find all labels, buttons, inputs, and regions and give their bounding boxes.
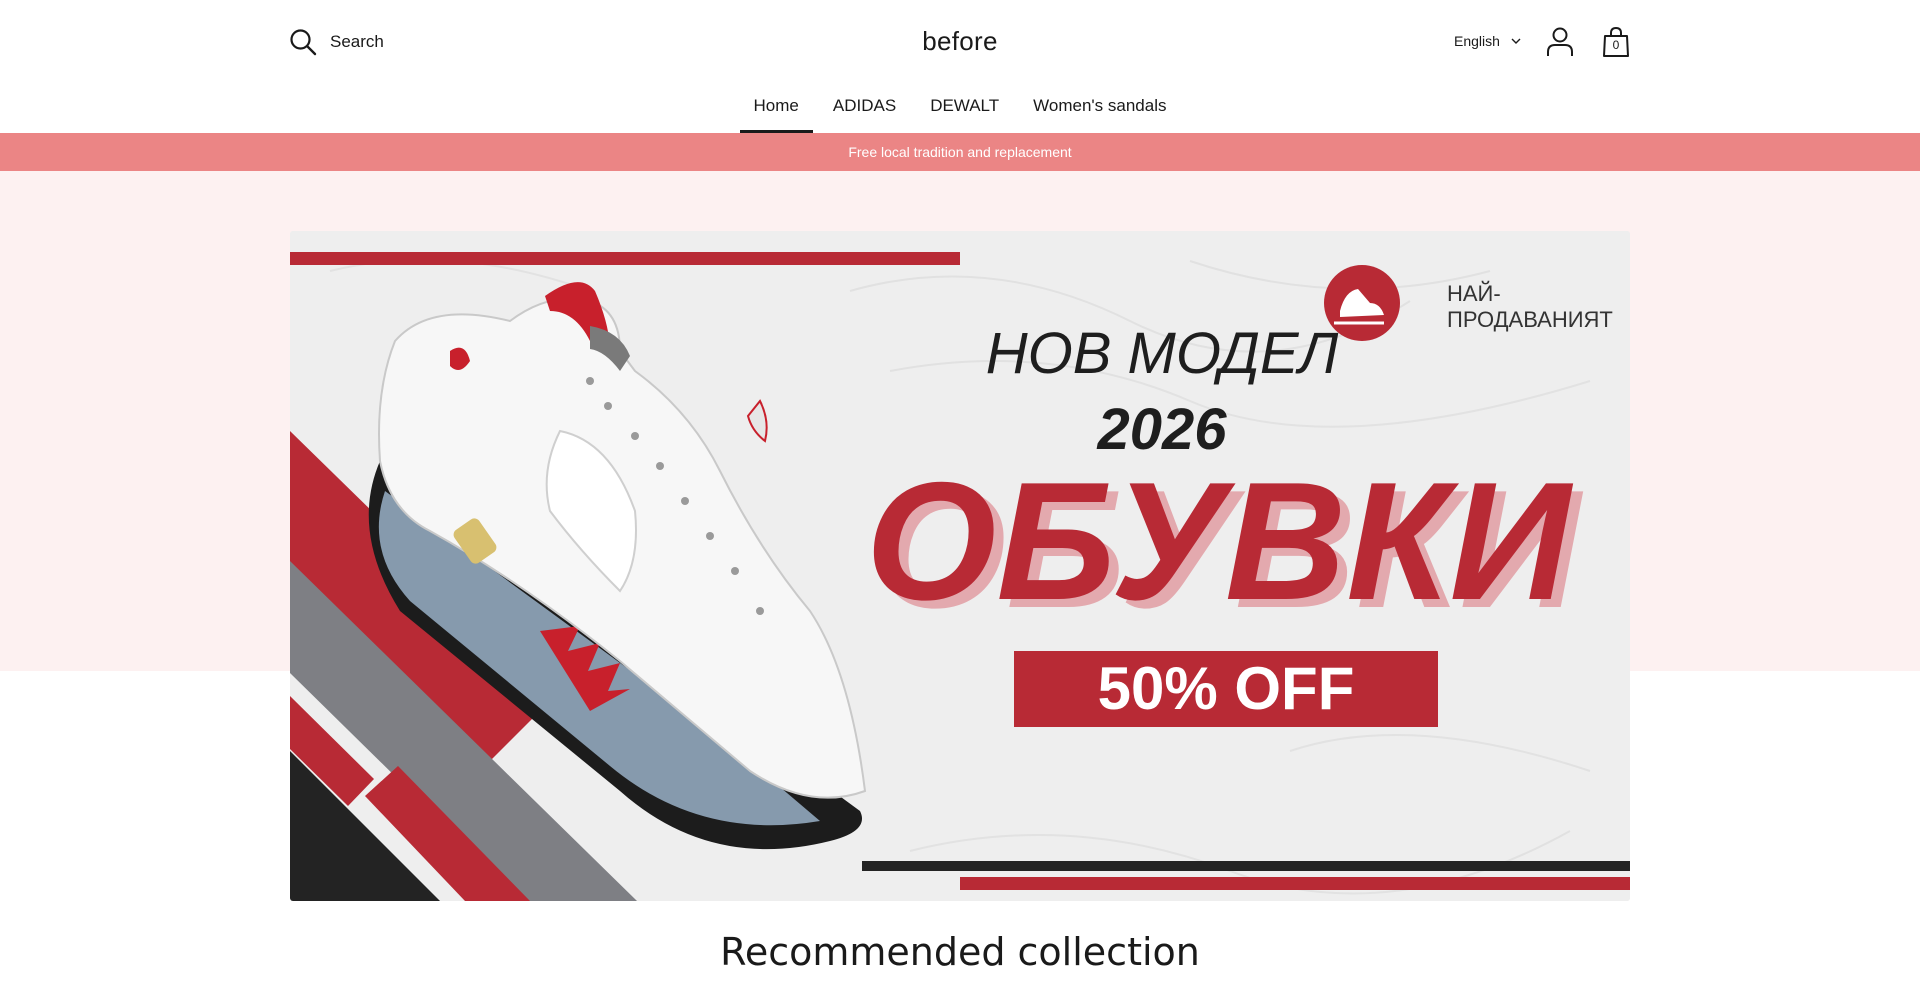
- bottom-red-stripe: [960, 877, 1630, 890]
- bottom-dark-stripe: [862, 861, 1630, 871]
- hero-banner[interactable]: НАЙ- ПРОДАВАНИЯТ НОВ МОДЕЛ 2026 ОБУВКИ О…: [290, 231, 1630, 901]
- main-nav: Home ADIDAS DEWALT Women's sandals: [0, 96, 1920, 133]
- language-selector[interactable]: English: [1454, 33, 1522, 49]
- banner-artwork: НАЙ- ПРОДАВАНИЯТ НОВ МОДЕЛ 2026 ОБУВКИ О…: [290, 231, 1630, 901]
- nav-item-home[interactable]: Home: [737, 96, 816, 133]
- top-stripe: [290, 252, 960, 265]
- nav-item-womens-sandals[interactable]: Women's sandals: [1016, 96, 1183, 133]
- section-title: Recommended collection: [720, 930, 1200, 974]
- cart-button[interactable]: 0: [1601, 26, 1631, 58]
- nav-item-dewalt[interactable]: DEWALT: [913, 96, 1016, 133]
- chevron-down-icon: [1511, 38, 1521, 44]
- badge-text-line2: ПРОДАВАНИЯТ: [1447, 307, 1613, 332]
- discount-text: 50% OFF: [1098, 655, 1355, 722]
- cart-count-badge: 0: [1612, 38, 1620, 52]
- banner-title: ОБУВКИ: [866, 447, 1574, 635]
- language-label: English: [1454, 33, 1500, 49]
- site-logo[interactable]: before: [0, 26, 1920, 57]
- site-header: Search before English 0 Home ADIDAS DEWA…: [0, 0, 1920, 133]
- badge-text-line1: НАЙ-: [1447, 281, 1501, 306]
- announcement-bar: Free local tradition and replacement: [0, 133, 1920, 171]
- nav-item-adidas[interactable]: ADIDAS: [816, 96, 913, 133]
- account-icon[interactable]: [1545, 26, 1575, 58]
- banner-headline: НОВ МОДЕЛ: [986, 321, 1339, 386]
